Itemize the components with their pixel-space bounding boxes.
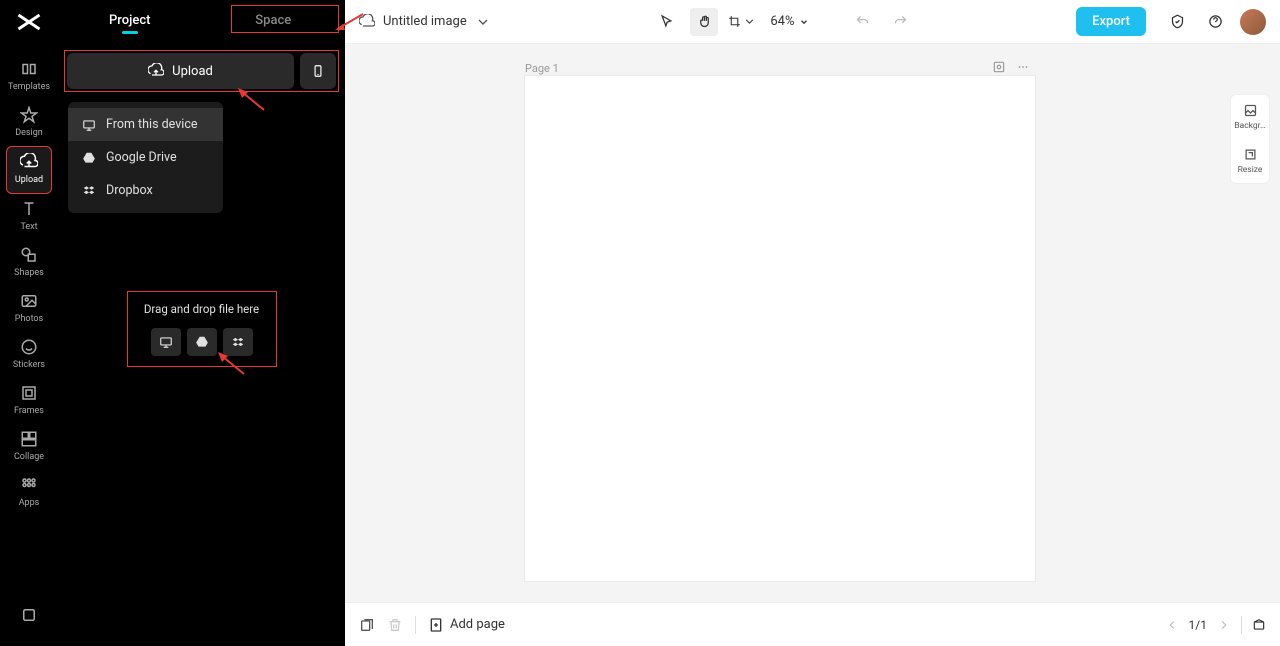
rail-text[interactable]: Text [6,194,52,240]
page-nav: 1/1 [1165,616,1266,634]
document-title-group[interactable]: Untitled image [359,14,491,30]
help-icon[interactable] [1202,8,1230,36]
rail-label: Photos [15,314,43,324]
cloud-icon [359,14,375,30]
tool-label: Backgr… [1234,121,1265,131]
rail-templates[interactable]: Templates [6,54,52,100]
panel-tabs: Project Space [58,0,345,40]
present-icon[interactable] [1252,618,1266,632]
document-title: Untitled image [383,14,467,29]
user-avatar[interactable] [1240,9,1266,35]
cursor-tool[interactable] [652,8,680,36]
side-panel: Project Space Upload From this device Go… [58,0,345,646]
chevron-down-icon [475,14,491,30]
right-tools-panel: Backgr… Resize [1230,94,1270,184]
rail-label: Text [20,222,37,232]
drop-dropbox-button[interactable] [223,328,253,356]
crop-tool[interactable] [728,8,756,36]
upload-button[interactable]: Upload [67,53,294,89]
export-button[interactable]: Export [1076,7,1146,36]
page-tools [992,60,1030,74]
canvas-area[interactable]: Page 1 Backgr… Resize [345,44,1280,602]
dropdown-google-drive[interactable]: Google Drive [68,141,223,174]
dropdown-dropbox[interactable]: Dropbox [68,174,223,207]
next-page-icon[interactable] [1217,618,1231,632]
rail-label: Collage [14,452,44,462]
rail-label: Apps [19,498,40,508]
undo-button[interactable] [849,8,877,36]
rail-bottom-item[interactable] [6,600,52,632]
page-settings-icon[interactable] [992,60,1006,74]
upload-phone-button[interactable] [300,53,336,89]
rail-upload[interactable]: Upload [6,146,52,194]
tool-label: Resize [1238,165,1263,175]
hand-tool[interactable] [690,8,718,36]
rail-shapes[interactable]: Shapes [6,240,52,286]
page-counter: 1/1 [1189,618,1207,632]
dropdown-label: From this device [106,117,198,132]
chevron-down-icon [799,17,809,27]
icon-rail: Templates Design Upload Text Shapes Phot… [0,0,58,646]
prev-page-icon[interactable] [1165,618,1179,632]
rail-collage[interactable]: Collage [6,424,52,470]
rail-label: Templates [8,82,50,92]
page-label: Page 1 [525,62,559,75]
background-icon [1243,103,1258,118]
upload-dropdown: From this device Google Drive Dropbox [68,102,223,213]
rail-design[interactable]: Design [6,100,52,146]
rail-photos[interactable]: Photos [6,286,52,332]
rail-stickers[interactable]: Stickers [6,332,52,378]
divider [1241,616,1242,634]
app-logo[interactable] [15,8,43,36]
divider [415,616,416,634]
dropdown-label: Google Drive [106,150,177,165]
tab-space[interactable]: Space [202,13,346,28]
zoom-value: 64% [770,14,794,29]
rail-label: Upload [15,175,43,185]
shield-icon[interactable] [1164,8,1192,36]
zoom-control[interactable]: 64% [770,14,808,29]
tab-project[interactable]: Project [58,13,202,28]
dropdown-label: Dropbox [106,183,153,198]
drop-gdrive-button[interactable] [187,328,217,356]
rail-label: Frames [14,406,44,416]
pages-icon[interactable] [359,617,375,633]
add-page-icon [428,617,444,633]
rail-apps[interactable]: Apps [6,470,52,516]
canvas-page[interactable] [525,76,1035,581]
topbar: Untitled image 64% Export [345,0,1280,44]
add-page-label: Add page [450,617,505,632]
annotation-box-dropzone: Drag and drop file here [127,291,277,367]
drop-zone-text: Drag and drop file here [136,302,268,316]
drop-device-button[interactable] [151,328,181,356]
annotation-box-upload: Upload [64,50,339,92]
redo-button[interactable] [887,8,915,36]
rail-label: Shapes [14,268,44,278]
main-area: Untitled image 64% Export Page 1 Backgr… [345,0,1280,646]
page-more-icon[interactable] [1016,60,1030,74]
rail-frames[interactable]: Frames [6,378,52,424]
resize-icon [1243,147,1258,162]
add-page-button[interactable]: Add page [428,617,505,633]
rail-label: Design [15,128,43,138]
trash-icon[interactable] [387,617,403,633]
upload-button-label: Upload [172,64,213,79]
drop-zone-icons [136,328,268,356]
rail-label: Stickers [13,360,45,370]
dropdown-from-device[interactable]: From this device [68,108,223,141]
background-tool[interactable]: Backgr… [1231,95,1269,139]
bottombar: Add page 1/1 [345,602,1280,646]
resize-tool[interactable]: Resize [1231,139,1269,183]
